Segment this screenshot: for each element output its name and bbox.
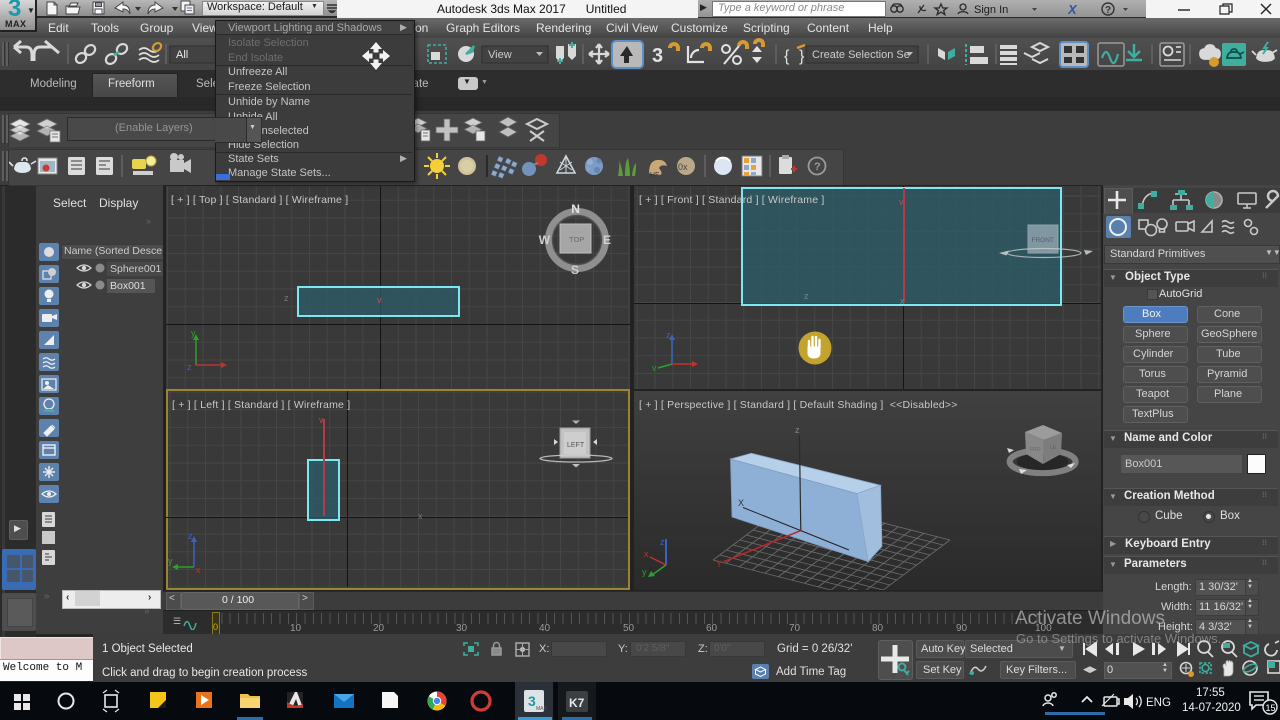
svg-text:}: }: [799, 48, 805, 65]
svg-text:FRO: FRO: [1030, 447, 1041, 453]
svg-text:N: N: [571, 202, 580, 216]
svg-text:z: z: [660, 537, 665, 547]
svg-text:TOP: TOP: [569, 235, 584, 244]
svg-text:FRONT: FRONT: [1032, 237, 1054, 244]
svg-text:z: z: [666, 330, 671, 340]
svg-text:z: z: [188, 531, 193, 541]
svg-text:HF: HF: [650, 172, 659, 179]
svg-text:X: X: [1067, 2, 1078, 17]
svg-text:MAX: MAX: [536, 706, 548, 712]
svg-text:x: x: [196, 565, 201, 574]
svg-text:LE: LE: [1050, 445, 1057, 451]
svg-text:z: z: [795, 425, 800, 435]
svg-text:x: x: [644, 549, 649, 559]
svg-text:E: E: [603, 233, 611, 247]
svg-text:Sign In: Sign In: [974, 4, 1008, 16]
svg-text:y: y: [168, 556, 173, 566]
svg-text:3: 3: [528, 693, 536, 709]
svg-text:3: 3: [652, 45, 663, 67]
svg-text:y: y: [652, 363, 657, 371]
svg-text:y: y: [191, 328, 196, 338]
svg-text:X: X: [738, 498, 744, 508]
svg-text:0x: 0x: [678, 162, 688, 172]
svg-text:LEFT: LEFT: [567, 442, 585, 449]
svg-text:Y: Y: [716, 559, 722, 569]
svg-text:S: S: [571, 263, 579, 277]
svg-text:15: 15: [1266, 703, 1276, 713]
svg-text:y: y: [642, 567, 647, 577]
svg-text:View: View: [488, 49, 512, 61]
svg-text:W: W: [539, 233, 551, 247]
svg-text:{: {: [784, 48, 790, 65]
svg-text:Create Selection Se: Create Selection Se: [812, 49, 910, 61]
svg-text:ENG: ENG: [1146, 697, 1171, 709]
svg-text:?: ?: [1105, 5, 1111, 16]
svg-text:K7: K7: [569, 696, 585, 710]
svg-text:?: ?: [814, 161, 821, 173]
svg-text:All: All: [176, 49, 188, 61]
svg-text:z: z: [187, 362, 192, 371]
